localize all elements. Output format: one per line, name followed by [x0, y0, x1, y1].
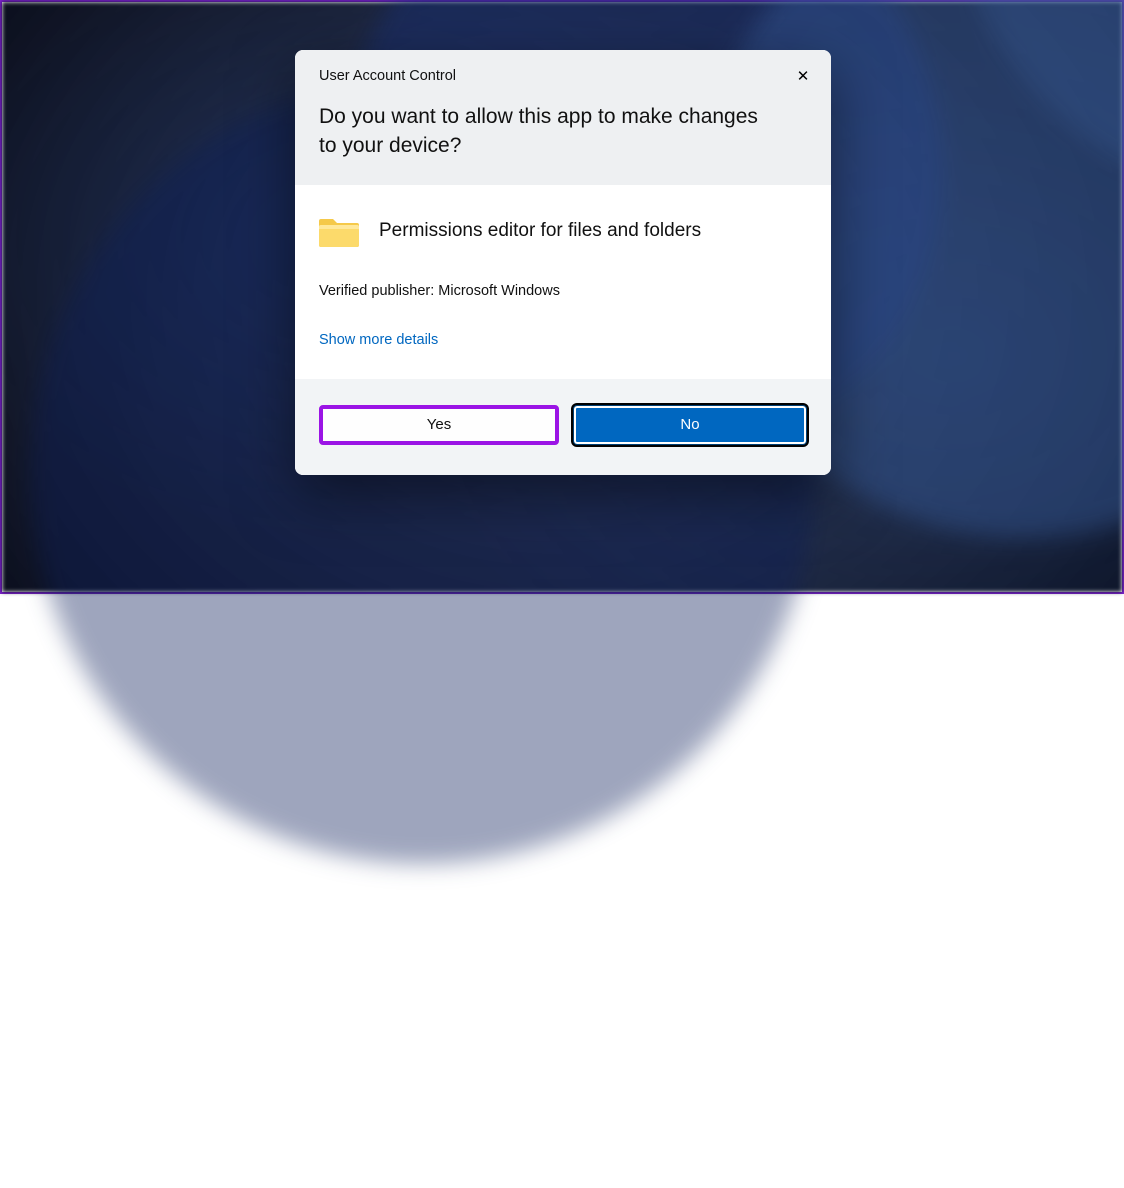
publisher-line: Verified publisher: Microsoft Windows	[319, 283, 807, 299]
close-icon[interactable]: ✕	[791, 64, 815, 88]
app-name: Permissions editor for files and folders	[379, 220, 701, 242]
app-row: Permissions editor for files and folders	[319, 213, 807, 249]
folder-icon	[319, 213, 359, 249]
dialog-header: User Account Control ✕ Do you want to al…	[295, 50, 831, 185]
show-more-details-link[interactable]: Show more details	[319, 332, 438, 348]
dialog-question: Do you want to allow this app to make ch…	[319, 102, 807, 161]
dialog-title: User Account Control	[319, 68, 807, 84]
yes-button[interactable]: Yes	[319, 405, 559, 445]
no-button[interactable]: No	[573, 405, 807, 445]
uac-dialog: User Account Control ✕ Do you want to al…	[295, 50, 831, 475]
dialog-footer: Yes No	[295, 379, 831, 475]
dialog-body: Permissions editor for files and folders…	[295, 185, 831, 379]
